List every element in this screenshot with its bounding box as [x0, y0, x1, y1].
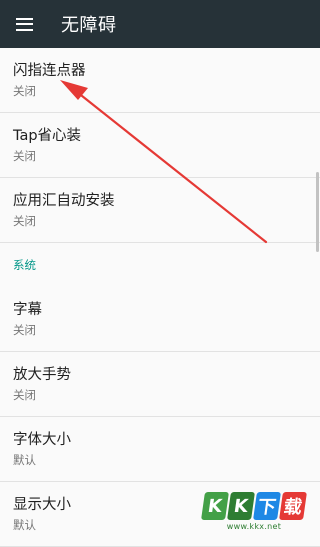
- watermark-char: 下: [253, 491, 281, 520]
- watermark-char: 载: [279, 491, 307, 520]
- item-title: 应用汇自动安装: [13, 193, 115, 209]
- item-title: 字幕: [13, 302, 42, 318]
- app-bar: 无障碍: [0, 0, 320, 48]
- watermark-url: www.kkx.net: [226, 521, 282, 531]
- item-status: 关闭: [13, 323, 36, 337]
- list-item-tap-shengxin[interactable]: Tap省心装 关闭: [0, 113, 320, 178]
- list-item-captions[interactable]: 字幕 关闭: [0, 287, 320, 352]
- item-title: 闪指连点器: [13, 63, 86, 79]
- list-item-shanzhi-clicker[interactable]: 闪指连点器 关闭: [0, 48, 320, 113]
- item-status: 关闭: [13, 84, 36, 98]
- item-status: 默认: [13, 453, 36, 467]
- item-title: 放大手势: [13, 367, 71, 383]
- hamburger-menu-icon: [15, 17, 33, 31]
- list-item-magnification-gesture[interactable]: 放大手势 关闭: [0, 352, 320, 417]
- watermark-char: K: [227, 491, 255, 520]
- item-title: 字体大小: [13, 432, 71, 448]
- item-status: 关闭: [13, 214, 36, 228]
- item-status: 关闭: [13, 388, 36, 402]
- scrollbar[interactable]: [316, 172, 319, 252]
- page-title: 无障碍: [61, 15, 117, 36]
- item-status: 关闭: [13, 149, 36, 163]
- menu-button[interactable]: [0, 0, 48, 48]
- item-title: Tap省心装: [13, 128, 82, 144]
- list-item-font-size[interactable]: 字体大小 默认: [0, 417, 320, 482]
- watermark-char: K: [201, 491, 229, 520]
- watermark-logo: K K 下 载 www.kkx.net: [194, 485, 314, 537]
- section-header-system: 系统: [13, 258, 36, 272]
- list-item-appchina-auto-install[interactable]: 应用汇自动安装 关闭: [0, 178, 320, 243]
- settings-list: 闪指连点器 关闭 Tap省心装 关闭 应用汇自动安装 关闭 系统 字幕 关闭 放…: [0, 48, 320, 547]
